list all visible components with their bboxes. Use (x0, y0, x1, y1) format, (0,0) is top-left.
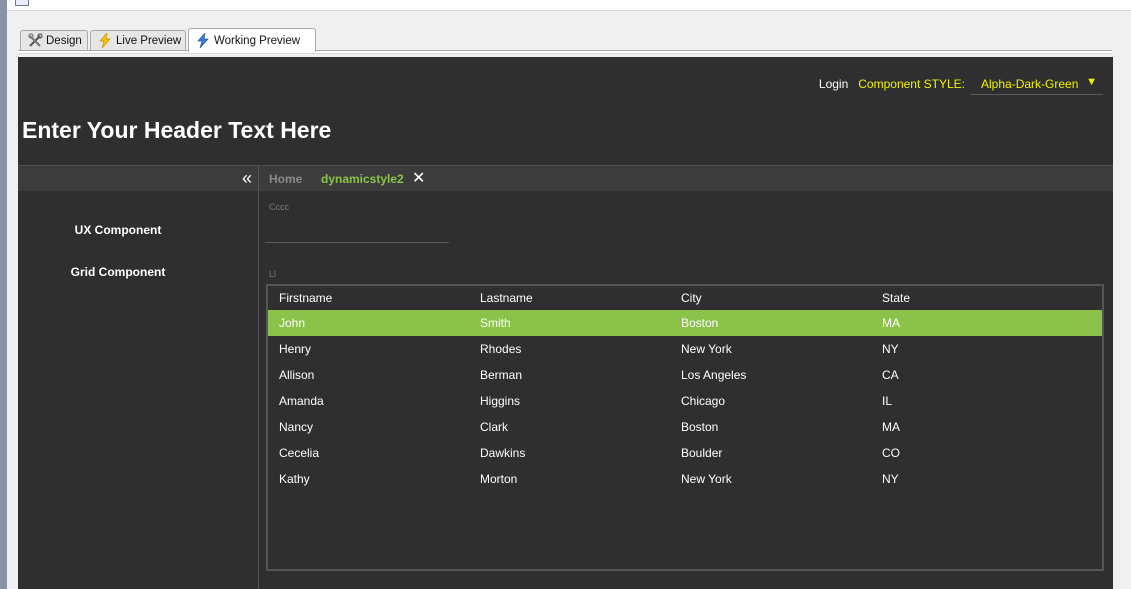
cell-state: IL (882, 394, 893, 408)
cell-state: CO (882, 446, 900, 460)
cell-firstname: John (279, 316, 306, 330)
preview-tabstrip: Design Live Preview Working Preview (18, 28, 1112, 52)
app-preview-canvas: Login Component STYLE: Alpha-Dark-Green … (18, 57, 1113, 589)
page-header-text: Enter Your Header Text Here (22, 117, 332, 143)
content-tabs-bar: Home dynamicstyle2 ✕ (259, 165, 1113, 191)
tab-home[interactable]: Home (269, 172, 302, 186)
sidebar-item-ux-component[interactable]: UX Component (18, 223, 218, 237)
component-style-select[interactable]: Alpha-Dark-Green ▼ (971, 73, 1103, 95)
table-row[interactable]: Cecelia Dawkins Boulder CO (268, 440, 1102, 466)
table-row[interactable]: John Smith Boston MA (268, 310, 1102, 336)
main-content: Home dynamicstyle2 ✕ Cccc Ll Firstname L… (259, 165, 1113, 589)
tab-live-preview-label: Live Preview (116, 34, 182, 47)
cccc-field-label: Cccc (269, 202, 289, 212)
cell-firstname: Allison (279, 368, 315, 382)
column-header-state[interactable]: State (871, 291, 1072, 305)
sidebar-item-grid-component[interactable]: Grid Component (18, 265, 218, 279)
login-link[interactable]: Login (819, 77, 848, 91)
cccc-input[interactable] (265, 228, 449, 243)
table-row[interactable]: Henry Rhodes New York NY (268, 336, 1102, 362)
cell-state: MA (882, 316, 900, 330)
cell-state: CA (882, 368, 899, 382)
sidebar-header: « (18, 165, 258, 191)
cell-firstname: Kathy (279, 472, 310, 486)
component-style-value: Alpha-Dark-Green (981, 76, 1079, 91)
cell-lastname: Berman (480, 368, 523, 382)
data-grid: Firstname Lastname City State John Smith… (266, 284, 1104, 571)
cell-city: Chicago (681, 394, 726, 408)
tab-design[interactable]: Design (20, 30, 88, 50)
cell-city: New York (681, 472, 732, 486)
cell-lastname: Higgins (480, 394, 521, 408)
window-left-edge (0, 0, 7, 589)
cell-lastname: Rhodes (480, 342, 522, 356)
topbar: Login Component STYLE: Alpha-Dark-Green … (819, 73, 1103, 95)
lightning-icon (195, 33, 211, 49)
tabstrip-baseline (18, 50, 1112, 54)
collapse-sidebar-icon[interactable]: « (242, 167, 252, 189)
close-tab-icon[interactable]: ✕ (412, 168, 425, 188)
window-titlebar (7, 0, 1131, 11)
cell-city: Los Angeles (681, 368, 747, 382)
ll-field-label: Ll (269, 269, 277, 279)
table-row[interactable]: Kathy Morton New York NY (268, 466, 1102, 492)
cell-state: MA (882, 420, 900, 434)
cell-lastname: Smith (480, 316, 511, 330)
tab-design-label: Design (46, 34, 82, 47)
component-style-label: Component STYLE: (858, 77, 965, 91)
table-row[interactable]: Amanda Higgins Chicago IL (268, 388, 1102, 414)
cell-city: Boulder (681, 446, 723, 460)
dropdown-arrow-icon: ▼ (1086, 76, 1097, 88)
tab-working-preview-label: Working Preview (214, 34, 301, 47)
cell-firstname: Henry (279, 342, 312, 356)
tab-live-preview[interactable]: Live Preview (90, 30, 186, 50)
window-icon (15, 0, 29, 6)
tools-icon (27, 33, 43, 49)
cell-firstname: Amanda (279, 394, 324, 408)
cell-lastname: Morton (480, 472, 518, 486)
column-header-city[interactable]: City (670, 291, 871, 305)
column-header-firstname[interactable]: Firstname (268, 291, 469, 305)
sidebar: « UX Component Grid Component (18, 165, 259, 589)
cell-state: NY (882, 342, 899, 356)
tab-dynamicstyle2[interactable]: dynamicstyle2 (321, 172, 404, 186)
table-row[interactable]: Allison Berman Los Angeles CA (268, 362, 1102, 388)
cell-firstname: Cecelia (279, 446, 320, 460)
column-header-lastname[interactable]: Lastname (469, 291, 670, 305)
cell-firstname: Nancy (279, 420, 314, 434)
grid-header-row: Firstname Lastname City State (268, 286, 1102, 310)
cell-city: Boston (681, 420, 719, 434)
cell-lastname: Dawkins (480, 446, 526, 460)
cell-state: NY (882, 472, 899, 486)
cell-city: New York (681, 342, 732, 356)
lightning-icon (97, 33, 113, 49)
tab-working-preview[interactable]: Working Preview (188, 28, 316, 52)
table-row[interactable]: Nancy Clark Boston MA (268, 414, 1102, 440)
cell-city: Boston (681, 316, 719, 330)
cell-lastname: Clark (480, 420, 509, 434)
